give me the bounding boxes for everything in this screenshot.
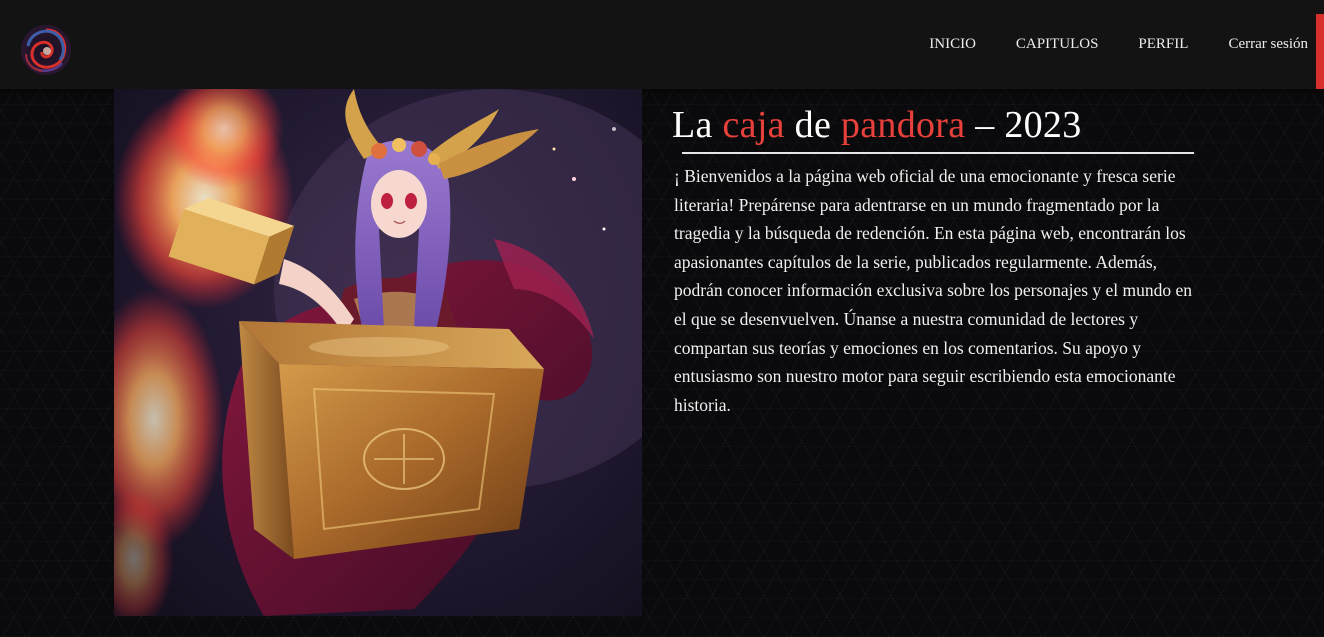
title-part-2: de [784, 104, 841, 146]
hero-image [114, 89, 642, 616]
nav-link-inicio[interactable]: INICIO [929, 36, 976, 53]
nav-link-perfil[interactable]: PERFIL [1138, 36, 1188, 53]
title-accent-caja: caja [722, 104, 785, 146]
intro-paragraph: ¡ Bienvenidos a la página web oficial de… [674, 166, 1193, 415]
title-part-3: – 2023 [965, 104, 1082, 146]
title-part-1: La [672, 104, 723, 146]
navbar: INICIO CAPITULOS PERFIL Cerrar sesión [0, 0, 1324, 89]
page-title: La caja de pandora – 2023 [672, 100, 1212, 150]
nav-link-capitulos[interactable]: CAPITULOS [1016, 36, 1099, 53]
title-divider [682, 152, 1194, 154]
main-content: La caja de pandora – 2023 ¡ Bienvenidos … [672, 100, 1212, 419]
nav-menu: INICIO CAPITULOS PERFIL Cerrar sesión [929, 0, 1308, 89]
nav-link-cerrar-sesion[interactable]: Cerrar sesión [1228, 36, 1308, 53]
accent-strip [1316, 14, 1324, 89]
swirl-logo-icon[interactable] [20, 24, 72, 76]
title-accent-pandora: pandora [840, 104, 966, 146]
